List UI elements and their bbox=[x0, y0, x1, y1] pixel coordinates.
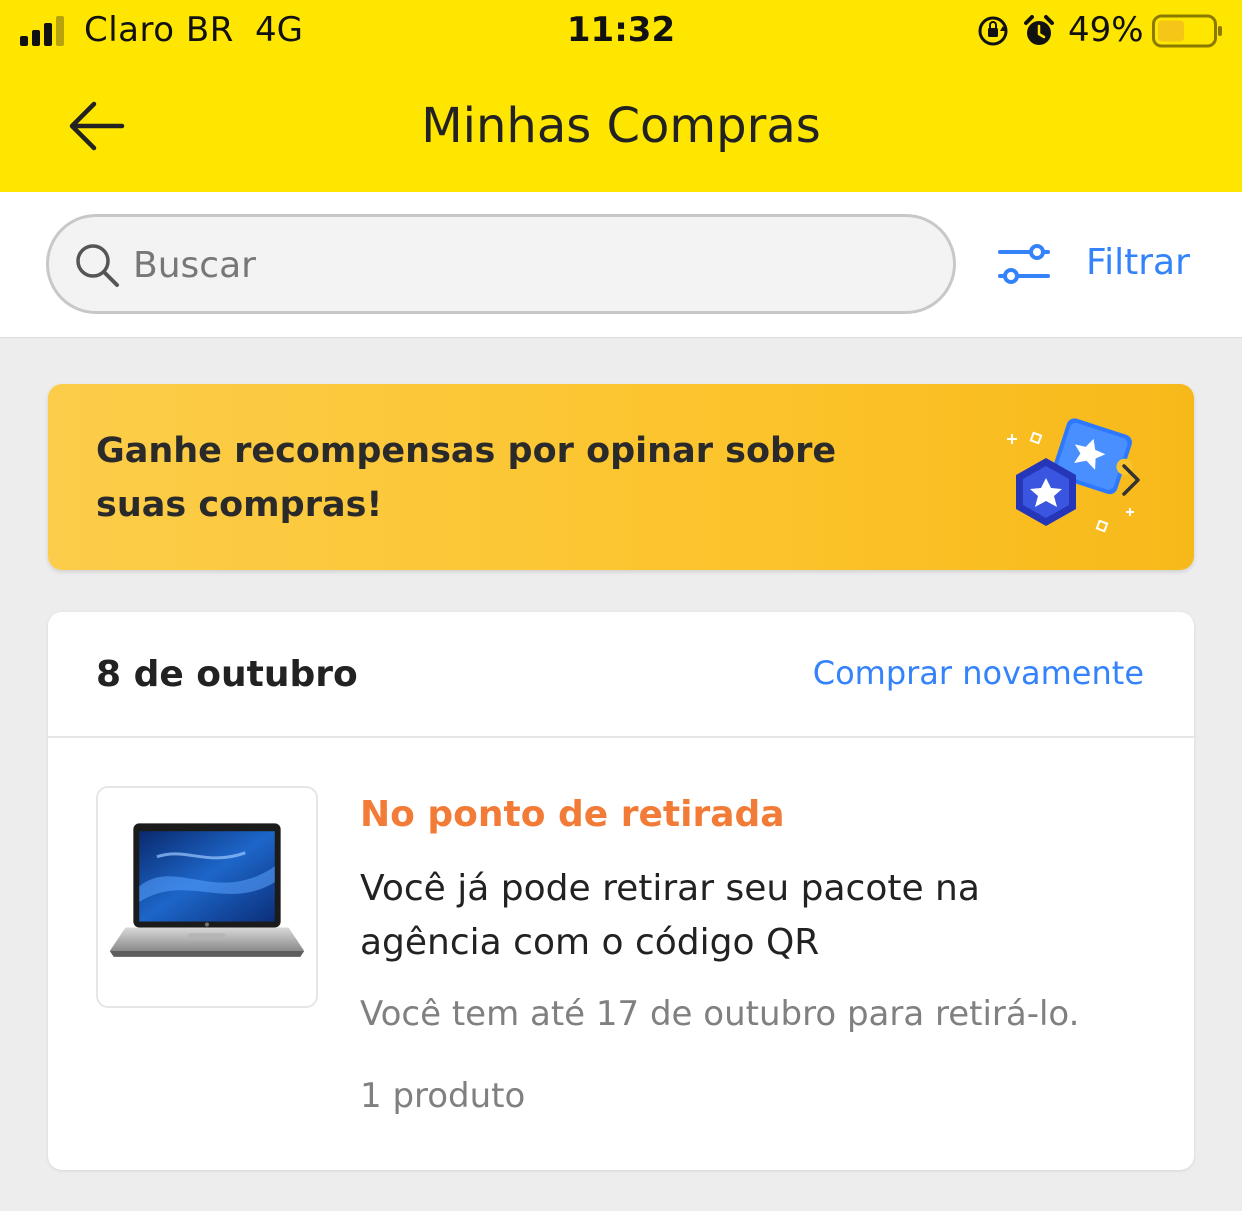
purchase-date: 8 de outubro bbox=[96, 654, 358, 695]
purchase-card: 8 de outubro Comprar novamente No ponto … bbox=[48, 612, 1194, 1170]
battery-icon bbox=[1152, 14, 1222, 48]
status-bar: Claro BR 4G 11:32 49% bbox=[0, 0, 1242, 62]
status-description: Você já pode retirar seu pacote na agênc… bbox=[360, 868, 980, 963]
product-count: 1 produto bbox=[360, 1076, 526, 1116]
search-field[interactable] bbox=[46, 214, 956, 314]
pickup-deadline: Você tem até 17 de outubro para retirá-l… bbox=[360, 994, 1080, 1034]
rewards-banner[interactable]: Ganhe recompensas por opinar sobre suas … bbox=[48, 384, 1194, 570]
banner-text: Ganhe recompensas por opinar sobre suas … bbox=[96, 431, 837, 525]
search-bar: Filtrar bbox=[0, 192, 1242, 338]
divider bbox=[48, 736, 1194, 738]
product-thumbnail[interactable] bbox=[96, 786, 318, 1008]
filter-label: Filtrar bbox=[1086, 242, 1190, 283]
laptop-image bbox=[109, 823, 305, 957]
buy-again-link[interactable]: Comprar novamente bbox=[813, 654, 1144, 692]
orientation-lock-icon bbox=[978, 16, 1008, 46]
alarm-icon bbox=[1024, 15, 1054, 45]
battery-percentage: 49% bbox=[1068, 10, 1144, 50]
app-header: Claro BR 4G 11:32 49% Minhas Compras bbox=[0, 0, 1242, 192]
search-icon bbox=[76, 244, 119, 287]
search-input[interactable] bbox=[133, 235, 913, 295]
delivery-status: No ponto de retirada bbox=[360, 794, 785, 835]
sliders-icon bbox=[998, 244, 1050, 284]
chevron-right-icon bbox=[1122, 464, 1140, 496]
page-title: Minhas Compras bbox=[421, 98, 821, 154]
